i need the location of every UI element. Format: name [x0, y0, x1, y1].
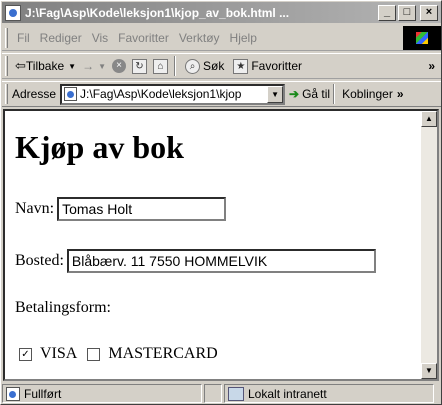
name-field[interactable]: Tomas Holt [57, 197, 227, 221]
forward-arrow-icon: → [82, 59, 95, 73]
visa-checkbox[interactable]: ✓ [19, 347, 32, 361]
back-label: Tilbake [25, 59, 65, 73]
browser-window: J:\Fag\Asp\Kode\leksjon1\kjop_av_bok.htm… [0, 0, 442, 405]
search-label: Søk [203, 59, 225, 73]
menu-favorites[interactable]: Favoritter [113, 31, 174, 45]
back-button[interactable]: ⇦ Tilbake ▼ [12, 58, 79, 74]
status-panel: Fullført [2, 384, 202, 403]
name-row: Navn: Tomas Holt [15, 197, 227, 221]
status-panel-empty [204, 384, 222, 403]
page-icon [64, 87, 78, 101]
separator [333, 84, 336, 104]
search-icon: ⌕ [185, 58, 200, 74]
home-icon[interactable]: ⌂ [153, 58, 168, 74]
address-row: Bosted: Blåbærv. 11 7550 HOMMELVIK [15, 249, 376, 273]
standard-toolbar: ⇦ Tilbake ▼ → ▼ × ↻ ⌂ ⌕ Søk ★ Favoritter… [2, 53, 441, 79]
address-field[interactable]: Blåbærv. 11 7550 HOMMELVIK [66, 249, 376, 273]
address-label: Adresse [12, 87, 57, 101]
address-value[interactable]: J:\Fag\Asp\Kode\leksjon1\kjop [80, 87, 266, 101]
go-arrow-icon: ➔ [289, 87, 300, 101]
page-icon [5, 4, 21, 21]
favorites-icon: ★ [233, 58, 249, 74]
address-bar: Adresse J:\Fag\Asp\Kode\leksjon1\kjop ▼ … [2, 81, 441, 107]
links-more-icon[interactable]: » [397, 87, 404, 101]
menu-file[interactable]: Fil [12, 31, 35, 45]
stop-icon[interactable]: × [112, 59, 126, 73]
window-controls: _ □ × [378, 4, 438, 21]
visa-label: VISA [40, 345, 78, 362]
page-done-icon [6, 386, 20, 401]
search-button[interactable]: ⌕ Søk [179, 58, 227, 74]
vertical-scrollbar[interactable]: ▲ ▼ [421, 111, 437, 379]
name-label: Navn: [15, 200, 55, 217]
status-bar: Fullført Lokalt intranett [2, 383, 441, 404]
links-button[interactable]: Koblinger [342, 87, 393, 101]
menu-tools[interactable]: Verktøy [174, 31, 225, 45]
intranet-icon [228, 386, 244, 401]
address-dropdown-icon[interactable]: ▼ [267, 85, 284, 103]
dropdown-arrow-icon[interactable]: ▼ [98, 62, 106, 71]
forward-button[interactable]: → ▼ [79, 59, 109, 73]
go-label: Gå til [302, 87, 331, 101]
page-viewport: Kjøp av bok Navn: Tomas Holt Bosted: Blå… [3, 109, 439, 381]
title-bar: J:\Fag\Asp\Kode\leksjon1\kjop_av_bok.htm… [2, 2, 441, 23]
toolbar-grip[interactable] [5, 27, 8, 48]
toolbar-more-icon[interactable]: » [428, 59, 435, 73]
scroll-up-icon[interactable]: ▲ [421, 111, 437, 127]
maximize-button[interactable]: □ [398, 4, 416, 21]
dropdown-arrow-icon[interactable]: ▼ [68, 62, 76, 71]
back-arrow-icon: ⇦ [15, 58, 26, 73]
refresh-icon[interactable]: ↻ [132, 58, 147, 74]
go-button[interactable]: ➔ Gå til [289, 87, 330, 101]
payment-options: ✓ VISA MASTERCARD [19, 345, 228, 363]
mastercard-checkbox[interactable] [87, 347, 101, 361]
address-input[interactable]: J:\Fag\Asp\Kode\leksjon1\kjop ▼ [60, 83, 286, 105]
payment-row: Betalingsform: [15, 299, 111, 317]
status-text: Fullført [24, 386, 62, 401]
zone-panel: Lokalt intranett [224, 384, 434, 403]
window-title: J:\Fag\Asp\Kode\leksjon1\kjop_av_bok.htm… [25, 5, 290, 20]
menu-edit[interactable]: Rediger [35, 31, 87, 45]
close-button[interactable]: × [420, 4, 438, 21]
mastercard-label: MASTERCARD [108, 345, 218, 362]
minimize-button[interactable]: _ [378, 4, 396, 21]
toolbar-grip[interactable] [5, 84, 8, 104]
windows-logo-icon [403, 25, 441, 50]
menu-help[interactable]: Hjelp [225, 31, 262, 45]
address-field-label: Bosted: [15, 252, 64, 269]
favorites-button[interactable]: ★ Favoritter [227, 58, 305, 74]
toolbar-grip[interactable] [5, 56, 8, 76]
menu-bar: Fil Rediger Vis Favoritter Verktøy Hjelp [2, 25, 441, 51]
zone-text: Lokalt intranett [248, 386, 327, 401]
menu-view[interactable]: Vis [87, 31, 113, 45]
favorites-label: Favoritter [251, 59, 303, 73]
payment-label: Betalingsform: [15, 299, 111, 316]
scroll-down-icon[interactable]: ▼ [421, 363, 437, 379]
separator [174, 56, 176, 76]
page-heading: Kjøp av bok [15, 129, 184, 165]
